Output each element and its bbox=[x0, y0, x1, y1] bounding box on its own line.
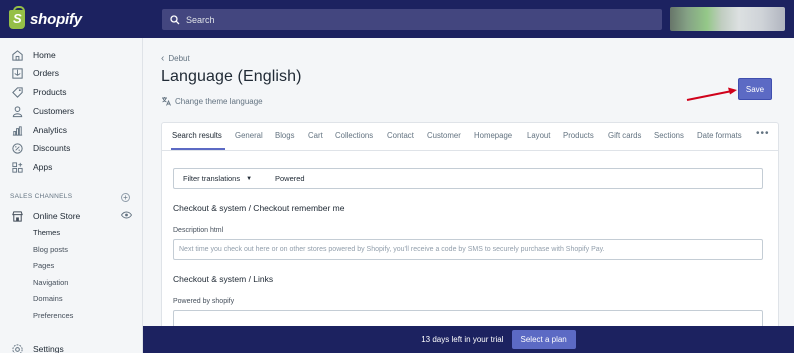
tab-general[interactable]: General bbox=[235, 131, 263, 140]
apps-icon bbox=[10, 160, 24, 174]
more-tabs-icon[interactable]: ••• bbox=[756, 128, 770, 139]
sidebar-subitem-pages[interactable]: Pages bbox=[33, 260, 54, 272]
trial-banner: 13 days left in your trial Select a plan bbox=[143, 326, 794, 353]
sidebar-subitem-navigation[interactable]: Navigation bbox=[33, 277, 68, 289]
section-title: Checkout & system / Links bbox=[173, 274, 274, 284]
sidebar-item-label: Analytics bbox=[33, 125, 68, 135]
sales-channels-heading: SALES CHANNELS bbox=[10, 193, 73, 200]
sidebar-item-orders[interactable]: Orders bbox=[10, 65, 59, 81]
trial-text: 13 days left in your trial bbox=[421, 335, 504, 344]
section-title: Checkout & system / Checkout remember me bbox=[173, 203, 345, 213]
breadcrumb-label: Debut bbox=[168, 54, 190, 63]
caret-down-icon: ▼ bbox=[246, 175, 253, 182]
sidebar-item-label: Home bbox=[33, 50, 56, 60]
sidebar-item-online-store[interactable]: Online Store bbox=[10, 208, 80, 224]
logo-text: shopify bbox=[30, 10, 82, 28]
field-label: Description html bbox=[173, 227, 224, 234]
sidebar-item-label: Customers bbox=[33, 106, 75, 116]
bar-chart-icon bbox=[10, 123, 24, 137]
sidebar-item-apps[interactable]: Apps bbox=[10, 159, 52, 175]
sidebar-subitem-blog-posts[interactable]: Blog posts bbox=[33, 244, 68, 256]
search-icon bbox=[170, 14, 180, 24]
sidebar-item-home[interactable]: Home bbox=[10, 47, 56, 63]
add-channel-icon[interactable]: + bbox=[121, 193, 130, 202]
tab-date-formats[interactable]: Date formats bbox=[697, 131, 742, 140]
chevron-left-icon: ‹ bbox=[161, 53, 165, 64]
home-icon bbox=[10, 48, 24, 62]
sidebar: Home Orders Products Customers Analytics… bbox=[0, 38, 143, 353]
tab-blogs[interactable]: Blogs bbox=[275, 131, 295, 140]
tag-icon bbox=[10, 85, 24, 99]
sidebar-item-label: Settings bbox=[33, 344, 64, 353]
page-title: Language (English) bbox=[161, 68, 302, 85]
description-html-field[interactable]: Next time you check out here or on other… bbox=[173, 239, 763, 260]
sidebar-item-label: Products bbox=[33, 87, 67, 97]
translate-icon bbox=[162, 97, 171, 106]
tab-sections[interactable]: Sections bbox=[654, 131, 684, 140]
sidebar-item-analytics[interactable]: Analytics bbox=[10, 122, 67, 138]
shopify-bag-icon: S bbox=[9, 5, 25, 29]
search-input[interactable]: Search bbox=[186, 15, 215, 25]
sidebar-subitem-preferences[interactable]: Preferences bbox=[33, 310, 73, 322]
sidebar-item-discounts[interactable]: Discounts bbox=[10, 140, 70, 156]
sidebar-item-products[interactable]: Products bbox=[10, 84, 67, 100]
sidebar-item-label: Discounts bbox=[33, 143, 71, 153]
store-icon bbox=[10, 209, 24, 223]
account-menu[interactable] bbox=[670, 7, 785, 31]
person-icon bbox=[10, 104, 24, 118]
tab-search-results[interactable]: Search results bbox=[172, 131, 222, 140]
gear-icon bbox=[10, 342, 24, 353]
tab-products[interactable]: Products bbox=[563, 131, 594, 140]
breadcrumb[interactable]: ‹ Debut bbox=[161, 53, 190, 64]
tab-customer[interactable]: Customer bbox=[427, 131, 461, 140]
sidebar-item-label: Online Store bbox=[33, 211, 81, 221]
filter-translations-button[interactable]: Filter translations ▼ bbox=[174, 174, 269, 183]
orders-icon bbox=[10, 66, 24, 80]
sidebar-item-settings[interactable]: Settings bbox=[10, 341, 64, 353]
field-label: Powered by shopify bbox=[173, 298, 235, 305]
search-bar[interactable]: Search bbox=[162, 9, 662, 30]
sidebar-item-label: Apps bbox=[33, 162, 53, 172]
sidebar-item-label: Orders bbox=[33, 68, 59, 78]
tab-layout[interactable]: Layout bbox=[527, 131, 550, 140]
tab-cart[interactable]: Cart bbox=[308, 131, 323, 140]
active-tab-indicator bbox=[171, 148, 225, 150]
top-bar: S shopify Search bbox=[0, 0, 794, 38]
sidebar-subitem-themes[interactable]: Themes bbox=[33, 227, 60, 239]
tab-homepage[interactable]: Homepage bbox=[474, 131, 512, 140]
select-plan-button[interactable]: Select a plan bbox=[511, 330, 576, 349]
tab-collections[interactable]: Collections bbox=[335, 131, 373, 140]
tab-contact[interactable]: Contact bbox=[387, 131, 414, 140]
filter-input[interactable]: Powered bbox=[275, 174, 305, 183]
shopify-logo[interactable]: S shopify bbox=[9, 5, 82, 30]
red-arrow-annotation bbox=[686, 87, 737, 101]
sidebar-item-customers[interactable]: Customers bbox=[10, 103, 74, 119]
logo-glyph: S bbox=[13, 10, 22, 26]
tab-gift-cards[interactable]: Gift cards bbox=[608, 131, 641, 140]
filter-bar: Filter translations ▼ Powered bbox=[173, 168, 763, 189]
change-language-label: Change theme language bbox=[175, 96, 263, 106]
filter-label: Filter translations bbox=[183, 174, 241, 183]
translations-card: Search results General Blogs Cart Collec… bbox=[161, 122, 779, 332]
change-language-link[interactable]: Change theme language bbox=[161, 96, 263, 106]
discount-icon bbox=[10, 141, 24, 155]
eye-icon[interactable] bbox=[121, 211, 132, 219]
tab-bar: Search results General Blogs Cart Collec… bbox=[162, 123, 778, 151]
save-button[interactable]: Save bbox=[738, 78, 772, 100]
sidebar-subitem-domains[interactable]: Domains bbox=[33, 293, 63, 305]
